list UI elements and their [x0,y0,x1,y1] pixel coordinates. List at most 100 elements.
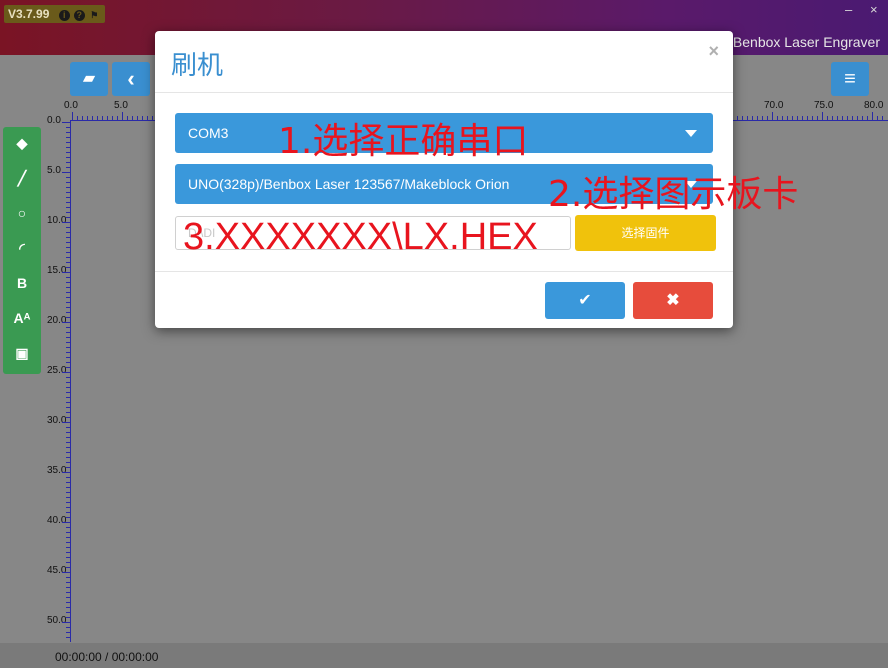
circle-icon[interactable]: ○ [3,199,41,227]
annotation-step2: 2.选择图示板卡 [548,174,799,215]
ruler-tick [66,252,70,253]
ruler-tick [66,567,70,568]
ruler-tick [66,162,70,163]
ruler-tick [66,227,70,228]
dialog-footer-divider [155,271,733,272]
chevron-left-icon: ‹ [127,66,135,91]
ruler-left-label: 50.0 [47,615,67,626]
open-file-button[interactable]: ▰ [70,62,108,96]
ruler-tick [142,116,143,120]
flag-icon[interactable]: ⚑ [89,10,100,21]
ruler-tick [817,116,818,120]
ruler-tick [66,327,70,328]
ruler-tick [66,632,70,633]
ruler-tick [117,116,118,120]
info-icon[interactable]: i [58,10,70,21]
ruler-tick [747,116,748,120]
ruler-tick [66,592,70,593]
ruler-tick [66,377,70,378]
ruler-tick [72,112,73,120]
ruler-tick [92,116,93,120]
line-icon[interactable]: ╱ [3,164,41,192]
close-window-button[interactable]: × [870,2,878,17]
minimize-button[interactable]: – [845,2,852,17]
ruler-tick [66,132,70,133]
ruler-tick [62,122,70,123]
ruler-tick [762,116,763,120]
ruler-tick [66,502,70,503]
ruler-tick [66,342,70,343]
status-bar: 00:00:00 / 00:00:00 [0,643,888,668]
folder-open-icon: ▰ [82,70,96,87]
ruler-tick [66,462,70,463]
ruler-tick [62,322,70,323]
ruler-tick [66,542,70,543]
back-button[interactable]: ‹ [112,62,150,96]
ruler-tick [66,637,70,638]
ruler-tick [66,417,70,418]
ruler-left-label: 25.0 [47,365,67,376]
annotation-step3: 3.XXXXXXX\LX.HEX [183,216,538,258]
board-select-value: UNO(328p)/Benbox Laser 123567/Makeblock … [188,176,510,192]
ruler-tick [66,442,70,443]
tag-icon[interactable]: ◆ [3,129,41,157]
text-size-icon[interactable]: Aᴬ [3,304,41,332]
ruler-tick [66,307,70,308]
ruler-tick [857,116,858,120]
ruler-tick [66,232,70,233]
ruler-tick [737,116,738,120]
ruler-tick [112,116,113,120]
ruler-tick [66,202,70,203]
ruler-left-label: 5.0 [47,165,61,176]
ruler-tick [66,537,70,538]
ruler-tick [66,187,70,188]
ruler-tick [62,572,70,573]
ruler-tick [877,116,878,120]
ruler-tick [66,317,70,318]
ruler-tick [66,282,70,283]
cancel-button[interactable]: ✖ [633,282,713,319]
ruler-tick [66,287,70,288]
ruler-tick [66,547,70,548]
ruler-tick [66,597,70,598]
ruler-tick [66,127,70,128]
ruler-tick [66,337,70,338]
ruler-tick [66,247,70,248]
ruler-tick [107,116,108,120]
ruler-tick [752,116,753,120]
ruler-tick [66,467,70,468]
ruler-top-label: 5.0 [114,100,128,111]
select-firmware-button[interactable]: 选择固件 [575,215,716,251]
ruler-tick [62,172,70,173]
arc-icon[interactable]: ◜ [3,234,41,262]
ruler-tick [62,622,70,623]
ruler-tick [837,116,838,120]
ruler-tick [66,347,70,348]
port-select-value: COM3 [188,125,229,141]
ruler-tick [66,447,70,448]
ruler-left-label: 40.0 [47,515,67,526]
menu-icon: ≡ [844,68,856,90]
ruler-tick [777,116,778,120]
engrave-time: 00:00:00 / 00:00:00 [55,650,159,664]
ruler-tick [797,116,798,120]
menu-button[interactable]: ≡ [831,62,869,96]
dialog-title: 刷机 [171,51,224,81]
confirm-button[interactable]: ✔ [545,282,625,319]
help-icon[interactable]: ? [73,10,85,21]
ruler-top-label: 70.0 [764,100,784,111]
ruler-tick [66,137,70,138]
ruler-tick [66,302,70,303]
ruler-tick [137,116,138,120]
ruler-tick [66,562,70,563]
ruler-tick [62,372,70,373]
close-icon[interactable]: × [708,41,719,62]
ruler-tick [782,116,783,120]
bold-icon[interactable]: B [3,269,41,297]
ruler-tick [66,152,70,153]
ruler-tick [66,192,70,193]
image-icon[interactable]: ▣ [3,339,41,367]
ruler-tick [66,262,70,263]
chevron-down-icon [685,130,697,137]
ruler-tick [66,492,70,493]
